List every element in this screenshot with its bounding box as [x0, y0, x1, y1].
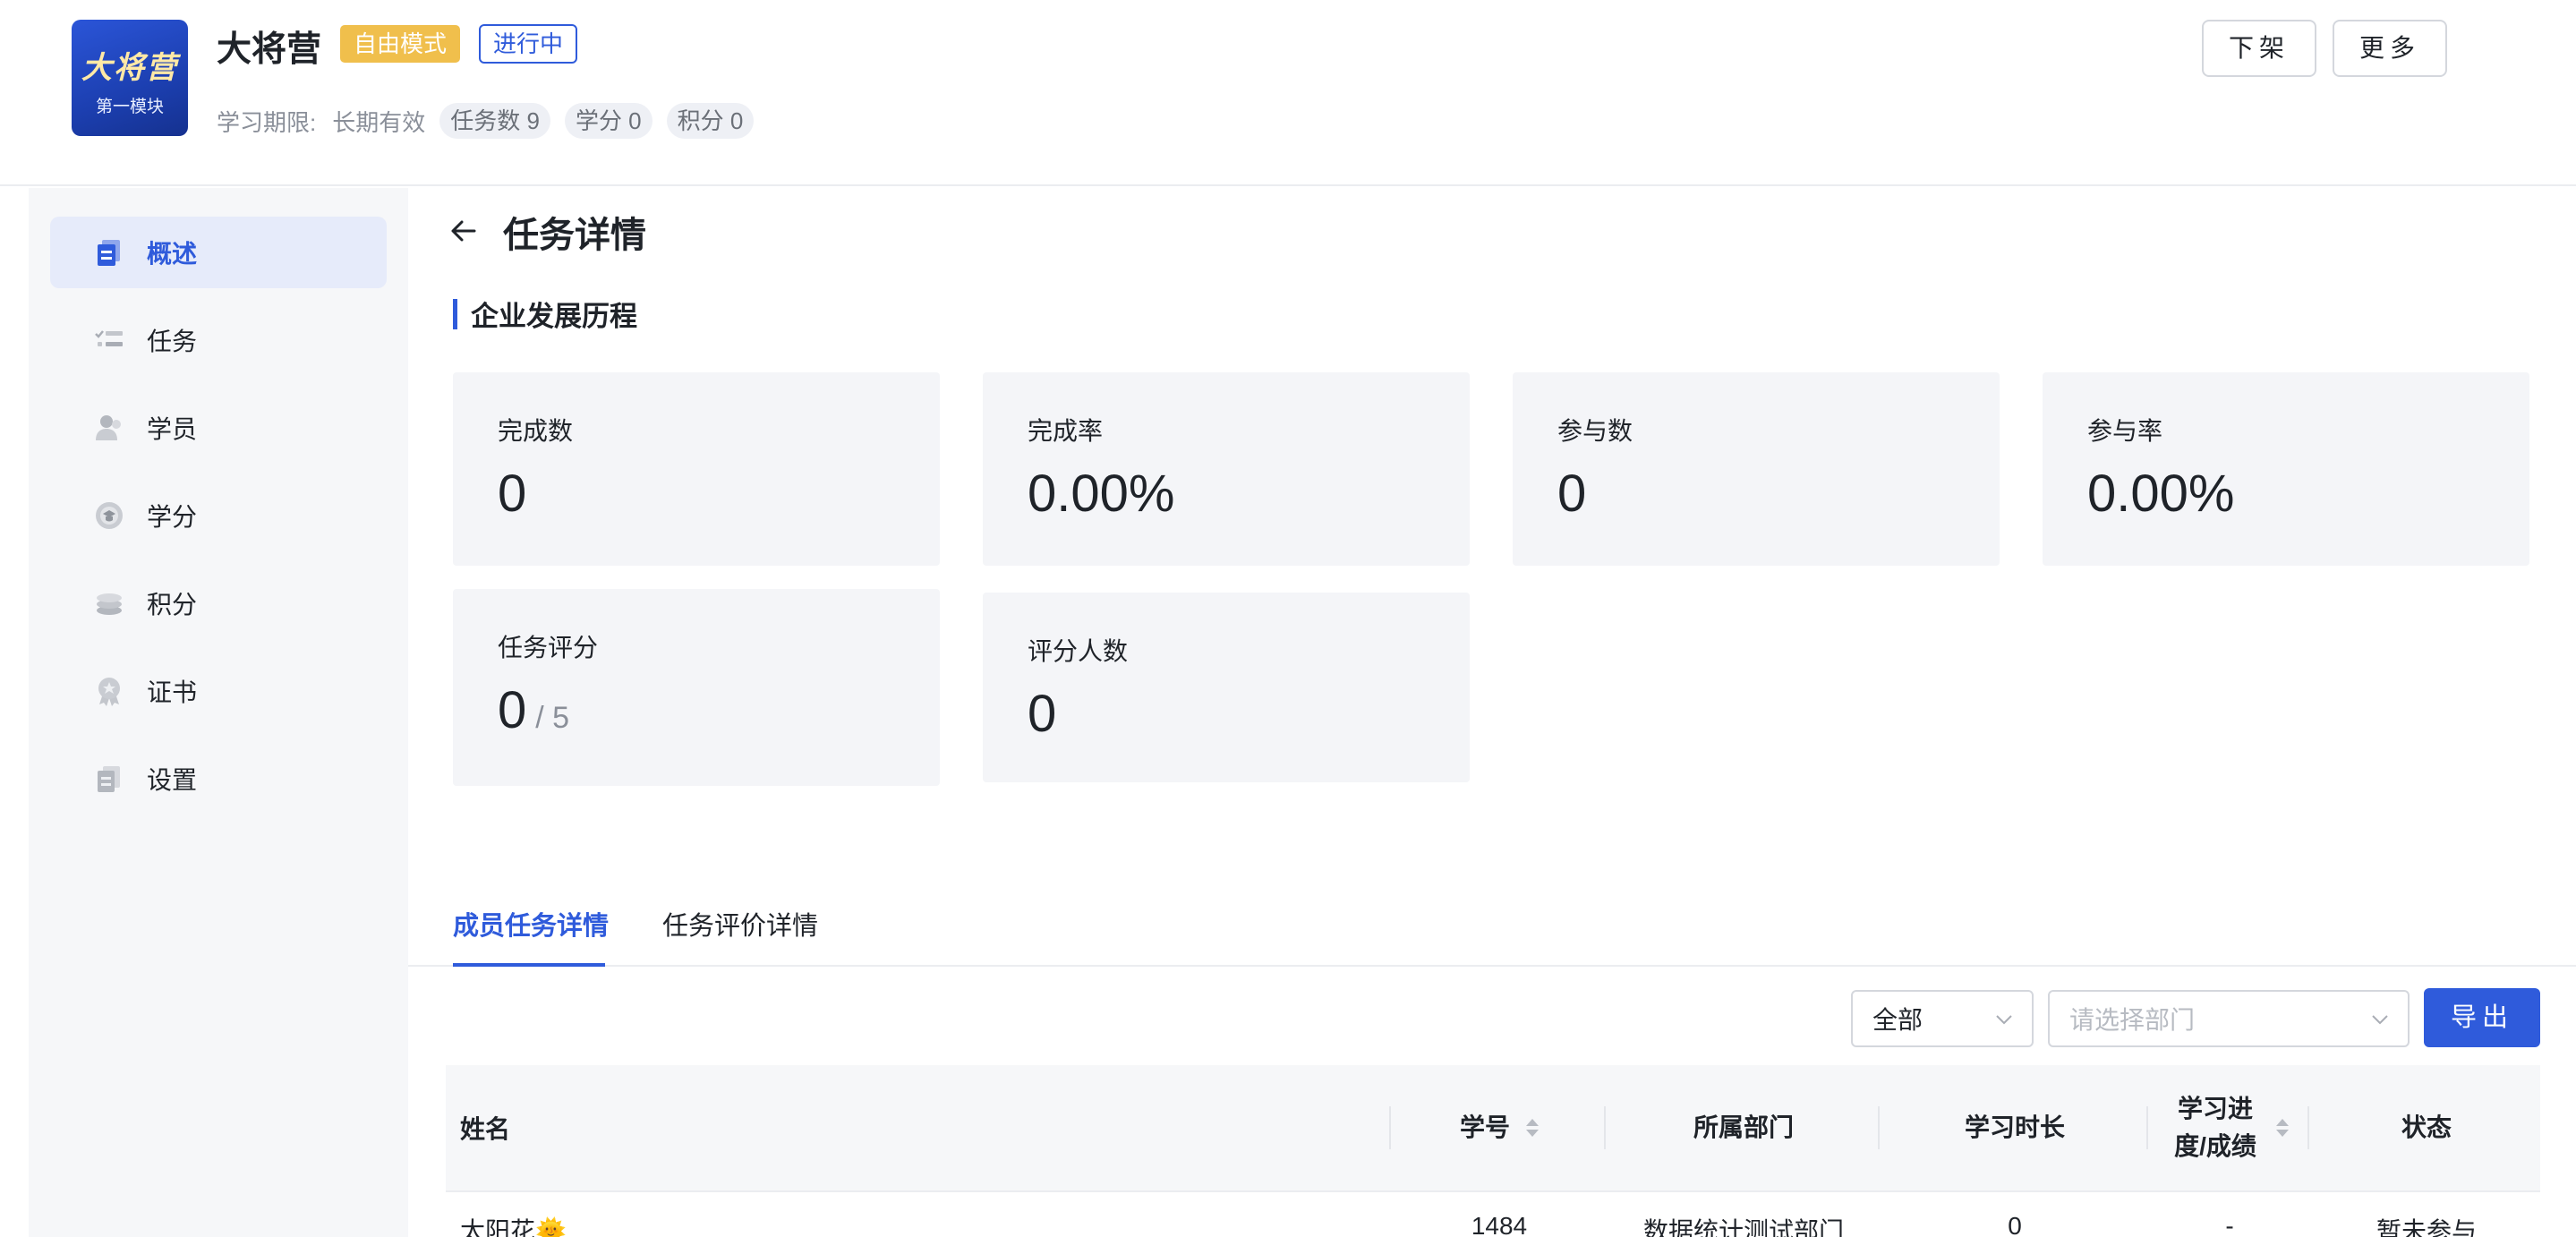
cell-student-id: 1484	[1471, 1212, 1528, 1237]
column-header-department: 所属部门	[1693, 1113, 1794, 1141]
stat-value: 0/ 5	[498, 680, 569, 740]
course-title: 大将营	[217, 30, 322, 69]
course-logo: 大将营 第一模块	[72, 20, 188, 136]
column-header-label: 学号	[1459, 1113, 1510, 1141]
sidebar-item-overview[interactable]: 概述	[50, 217, 387, 288]
column-divider	[2307, 1106, 2309, 1149]
course-header: 大将营 第一模块 大将营 自由模式 进行中 学习期限: 长期有效 任务数 9 学…	[0, 0, 2576, 186]
user-icon	[93, 412, 125, 444]
cell-name: 太阳花🌞	[460, 1217, 567, 1237]
stat-label: 任务评分	[498, 634, 599, 661]
stat-label: 完成率	[1028, 417, 1104, 445]
page-title: 任务详情	[503, 216, 646, 255]
stat-value: 0	[498, 465, 527, 523]
tab-member-task-details[interactable]: 成员任务详情	[453, 886, 609, 967]
scope-select[interactable]: 全部	[1851, 990, 2034, 1047]
sidebar-item-settings[interactable]: 设置	[50, 743, 387, 815]
certificate-icon	[93, 675, 125, 707]
sort-icon[interactable]	[2276, 1119, 2289, 1137]
stat-label: 评分人数	[1028, 637, 1129, 665]
stat-label: 完成数	[498, 417, 574, 445]
column-divider	[1878, 1106, 1880, 1149]
overview-icon	[93, 236, 125, 269]
sort-icon[interactable]	[1526, 1119, 1539, 1137]
section-title: 企业发展历程	[471, 301, 637, 332]
column-divider	[1389, 1106, 1391, 1149]
offline-button[interactable]: 下架	[2202, 20, 2316, 77]
column-header-progress[interactable]: 学习进度/成绩	[2152, 1065, 2307, 1190]
sidebar-item-students[interactable]: 学员	[50, 392, 387, 464]
sidebar: 概述 任务 学员 学分 积分 证书 设置	[29, 188, 408, 1237]
column-header-student-id[interactable]: 学号	[1395, 1065, 1604, 1190]
more-button[interactable]: 更多	[2333, 20, 2447, 77]
credit-chip: 学分 0	[564, 103, 653, 139]
scope-select-value: 全部	[1872, 1006, 1923, 1034]
sidebar-item-points[interactable]: 积分	[50, 567, 387, 639]
main-content: 任务详情 企业发展历程 完成数 0 完成率 0.00% 参与数 0 参与率 0.…	[408, 188, 2576, 1237]
cell-status: 暂未参与	[2376, 1217, 2477, 1237]
stat-value: 0	[1557, 465, 1587, 523]
section-accent-bar	[453, 299, 457, 329]
table-header: 姓名 学号 所属部门 学习时长 学习进度/成绩 状态	[446, 1065, 2540, 1190]
column-header-label: 学习进度/成绩	[2174, 1095, 2256, 1160]
stat-label: 参与率	[2087, 417, 2163, 445]
active-tab-indicator	[453, 963, 605, 967]
tab-task-review-details[interactable]: 任务评价详情	[662, 886, 818, 967]
logo-title: 大将营	[81, 50, 178, 86]
points-icon	[93, 587, 125, 619]
chevron-down-icon	[1996, 1015, 2012, 1025]
sidebar-item-label: 证书	[147, 678, 198, 706]
export-button[interactable]: 导出	[2424, 988, 2540, 1047]
stat-card-task-rating: 任务评分 0/ 5	[453, 589, 940, 786]
task-count-chip: 任务数 9	[439, 103, 550, 139]
period-label: 学习期限:	[217, 108, 317, 136]
cell-progress: -	[2225, 1212, 2234, 1237]
detail-tabs: 成员任务详情 任务评价详情	[408, 886, 2576, 967]
column-divider	[2146, 1106, 2148, 1149]
points-chip: 积分 0	[666, 103, 755, 139]
sidebar-item-label: 设置	[147, 766, 198, 794]
sidebar-item-label: 积分	[147, 591, 198, 618]
credit-icon	[93, 499, 125, 532]
cell-duration: 0	[2008, 1212, 2022, 1237]
settings-icon	[93, 763, 125, 795]
stat-value: 0.00%	[1028, 465, 1175, 523]
stat-value: 0.00%	[2087, 465, 2235, 523]
chevron-down-icon	[2372, 1015, 2388, 1025]
sidebar-item-label: 概述	[147, 240, 198, 268]
sidebar-item-task[interactable]: 任务	[50, 304, 387, 376]
department-select-placeholder: 请选择部门	[2069, 1006, 2196, 1034]
task-list-icon	[93, 324, 125, 356]
rating-value: 0	[498, 681, 527, 739]
stat-card-completion-rate: 完成率 0.00%	[983, 372, 1470, 566]
stat-card-raters: 评分人数 0	[983, 593, 1470, 782]
stat-card-completed: 完成数 0	[453, 372, 940, 566]
rating-max: / 5	[535, 701, 570, 735]
stat-card-participants: 参与数 0	[1513, 372, 2000, 566]
stat-label: 参与数	[1557, 417, 1633, 445]
sidebar-item-label: 学分	[147, 503, 198, 531]
sidebar-item-certificate[interactable]: 证书	[50, 655, 387, 727]
cell-department: 数据统计测试部门	[1642, 1217, 1844, 1237]
column-header-name: 姓名	[460, 1115, 511, 1143]
stat-value: 0	[1028, 685, 1057, 743]
sidebar-item-label: 任务	[147, 328, 198, 355]
column-header-status: 状态	[2401, 1113, 2452, 1141]
logo-subtitle: 第一模块	[95, 98, 164, 116]
sidebar-item-label: 学员	[147, 415, 198, 443]
course-meta: 学习期限: 长期有效 任务数 9 学分 0 积分 0	[217, 102, 768, 140]
member-table: 姓名 学号 所属部门 学习时长 学习进度/成绩 状态 太阳花🌞 1484 数据统…	[446, 1065, 2540, 1237]
column-divider	[1604, 1106, 1606, 1149]
department-select[interactable]: 请选择部门	[2048, 990, 2410, 1047]
mode-badge: 自由模式	[340, 25, 461, 63]
back-arrow-icon[interactable]	[444, 211, 483, 251]
period-value: 长期有效	[332, 108, 426, 136]
stat-card-participation-rate: 参与率 0.00%	[2043, 372, 2529, 566]
sidebar-item-credit[interactable]: 学分	[50, 480, 387, 551]
status-badge: 进行中	[479, 24, 578, 64]
table-row[interactable]: 太阳花🌞 1484 数据统计测试部门 0 - 暂未参与	[446, 1190, 2540, 1237]
column-header-duration: 学习时长	[1964, 1113, 2065, 1141]
